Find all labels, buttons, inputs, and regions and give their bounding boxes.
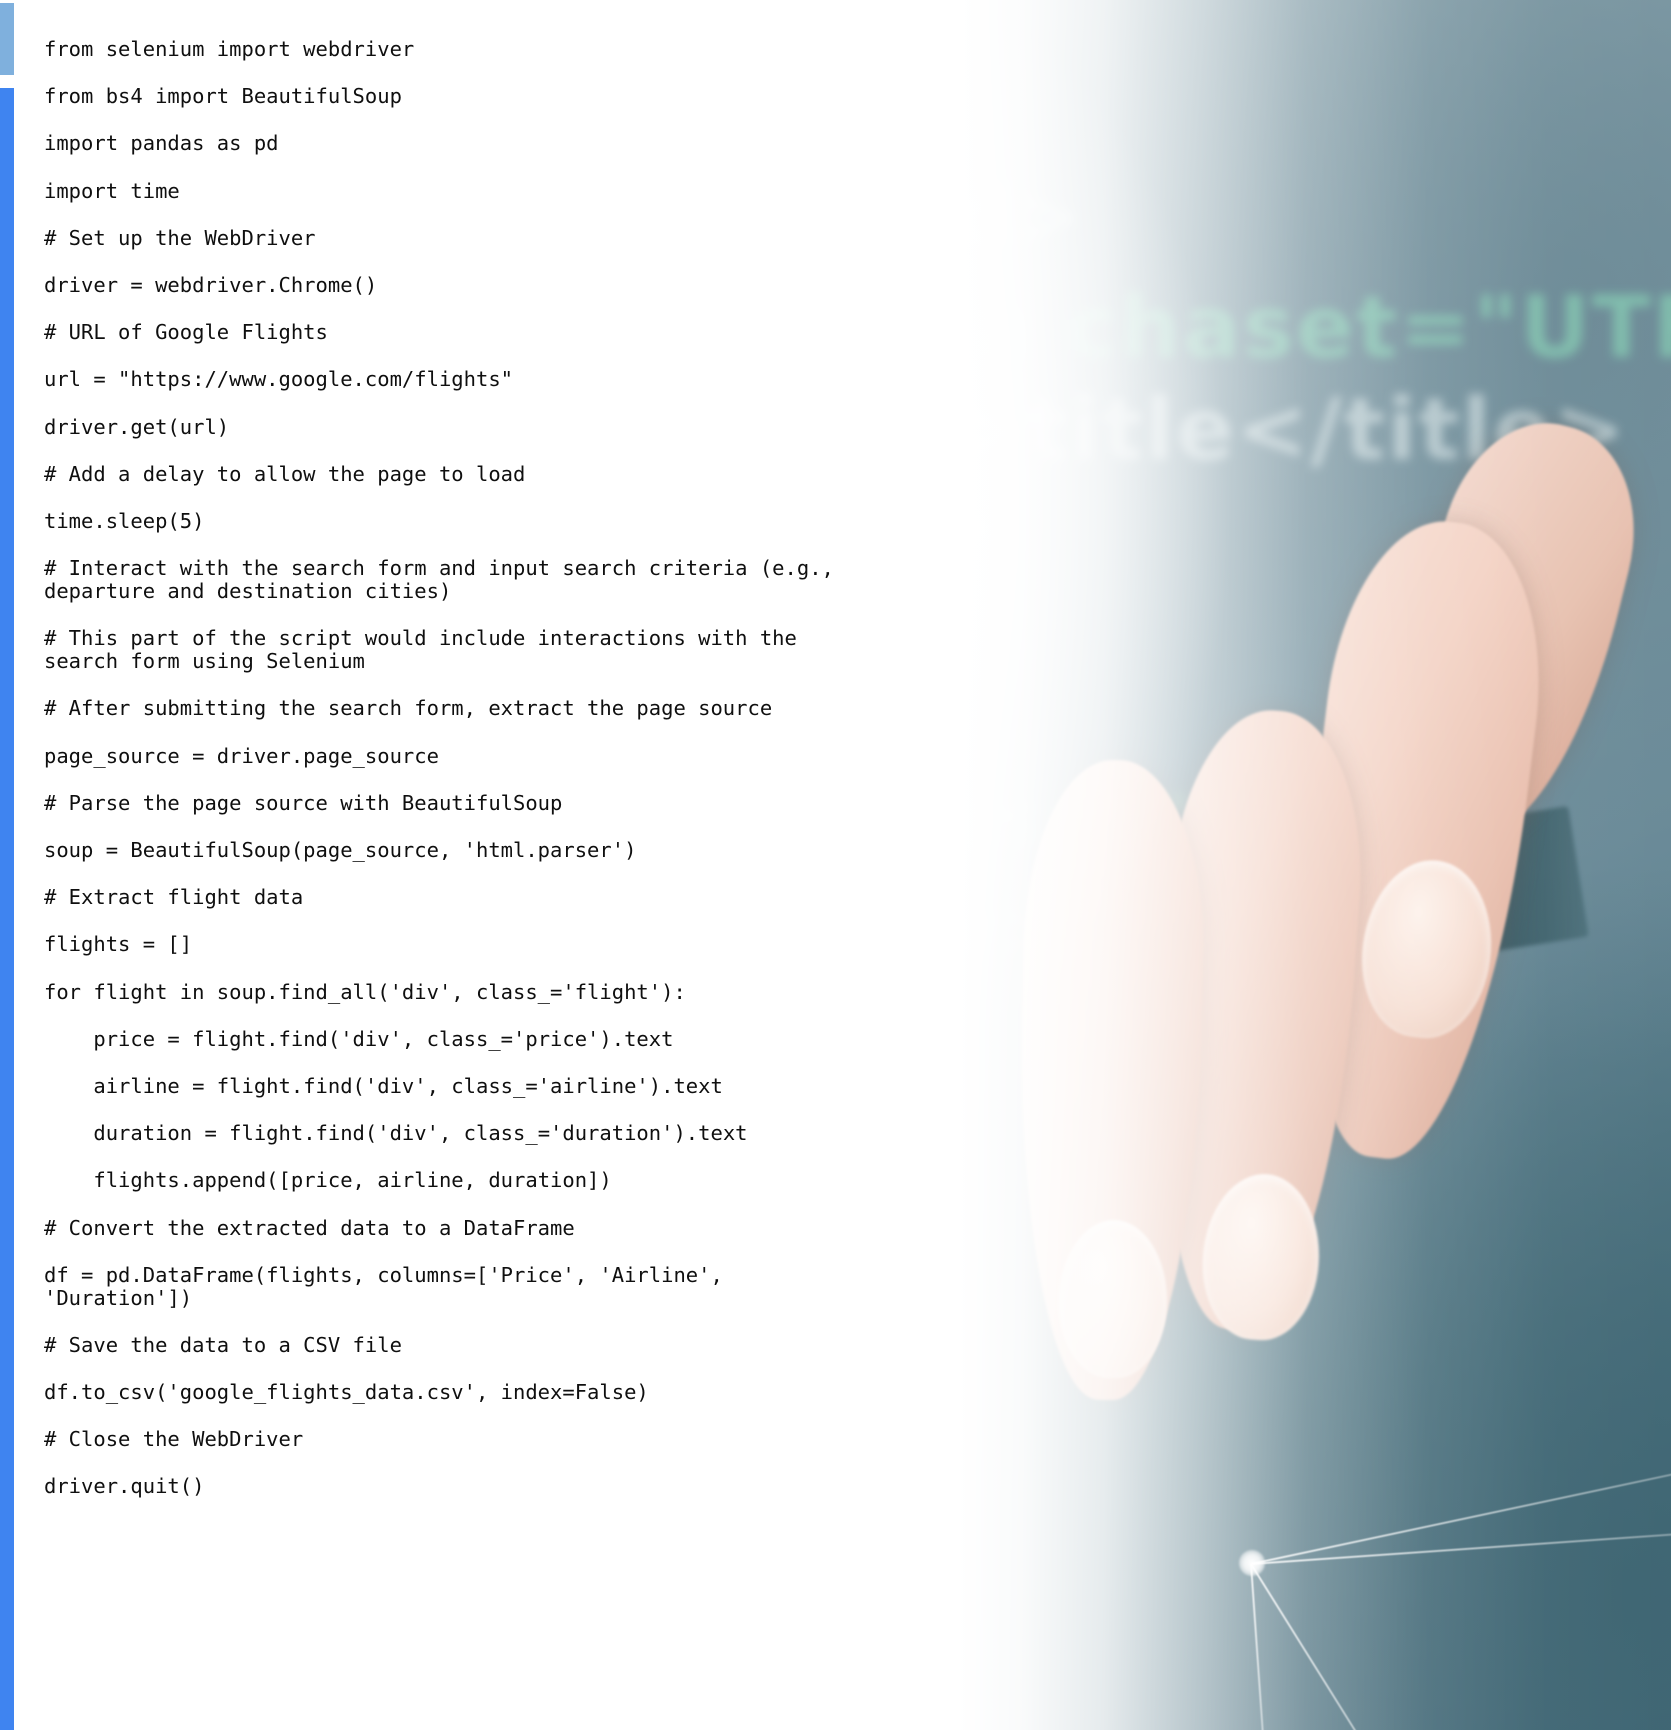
code-line: soup = BeautifulSoup(page_source, 'html.…	[44, 838, 637, 862]
code-line: # Convert the extracted data to a DataFr…	[44, 1215, 575, 1240]
code-line: driver.quit()	[44, 1474, 205, 1499]
code-line: for flight in soup.find_all('div', class…	[44, 979, 686, 1004]
code-line: from selenium import webdriver	[44, 37, 415, 61]
code-line: driver = webdriver.Chrome()	[44, 272, 378, 297]
code-line: flights.append([price, airline, duration…	[44, 1168, 612, 1193]
code-line: # URL of Google Flights	[44, 320, 328, 345]
code-line: # Add a delay to allow the page to load	[44, 461, 526, 486]
code-line: driver.get(url)	[44, 414, 230, 439]
code-line: flights = []	[44, 932, 193, 957]
code-line: # Save the data to a CSV file	[44, 1332, 402, 1357]
accent-rail-bottom	[0, 88, 14, 1730]
code-line: # Set up the WebDriver	[44, 225, 316, 250]
code-line: # This part of the script would include …	[44, 626, 810, 674]
code-line: duration = flight.find('div', class_='du…	[44, 1121, 748, 1146]
accent-rail-top	[0, 3, 14, 75]
code-line: time.sleep(5)	[44, 508, 205, 533]
code-line: airline = flight.find('div', class_='air…	[44, 1073, 723, 1098]
code-line: url = "https://www.google.com/flights"	[44, 367, 513, 392]
code-line: import time	[44, 178, 180, 203]
code-line: df.to_csv('google_flights_data.csv', ind…	[44, 1380, 649, 1405]
code-line: from bs4 import BeautifulSoup	[44, 84, 402, 109]
photo-white-fade	[861, 0, 1671, 1730]
code-line: # Parse the page source with BeautifulSo…	[44, 790, 563, 815]
background-photo: <d> eta chaset="UTF-8 le>title</title> d…	[861, 0, 1671, 1730]
code-line: # Extract flight data	[44, 885, 304, 910]
code-line: page_source = driver.page_source	[44, 743, 439, 768]
code-block[interactable]: from selenium import webdriver from bs4 …	[44, 38, 844, 1523]
code-line: # After submitting the search form, extr…	[44, 696, 773, 721]
code-line: # Close the WebDriver	[44, 1427, 304, 1452]
code-line: # Interact with the search form and inpu…	[44, 556, 847, 604]
code-line: price = flight.find('div', class_='price…	[44, 1026, 674, 1051]
page-root: <d> eta chaset="UTF-8 le>title</title> d…	[0, 0, 1671, 1730]
code-line: import pandas as pd	[44, 131, 279, 156]
code-line: df = pd.DataFrame(flights, columns=['Pri…	[44, 1262, 736, 1310]
